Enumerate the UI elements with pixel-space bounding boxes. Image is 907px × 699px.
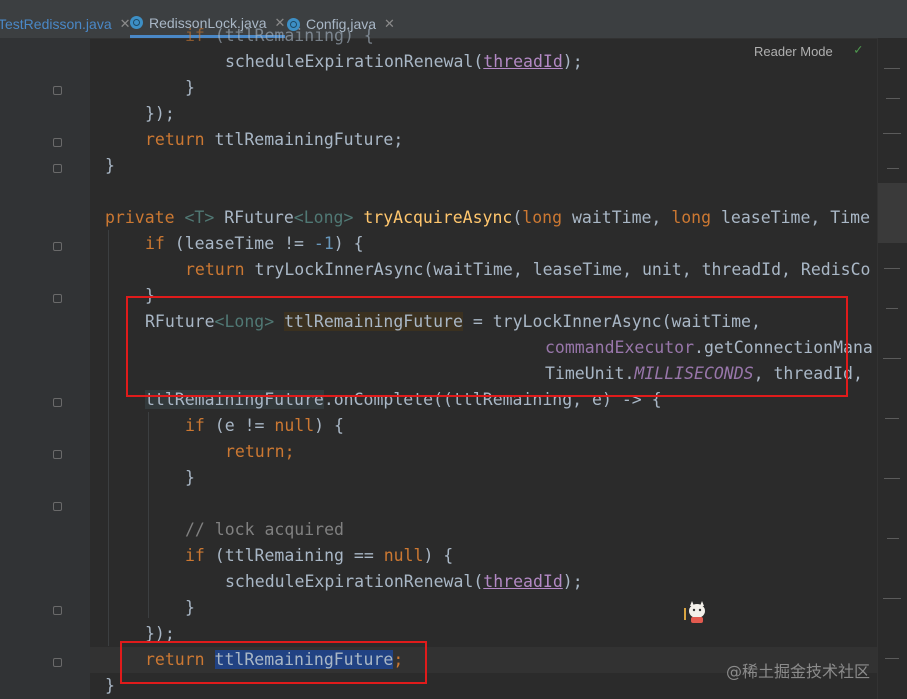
code-line[interactable]: } [105,153,115,179]
reader-mode-button[interactable]: Reader Mode [754,44,833,59]
code-token: waitTime, [562,208,672,227]
code-token: } [185,598,195,617]
tab-testredisson[interactable]: TestRedisson.java ✕ [0,10,131,38]
code-minimap[interactable] [877,38,907,699]
code-line[interactable]: } [105,673,115,699]
code-token: } [105,156,115,175]
code-line[interactable]: if (leaseTime != -1) { [145,231,364,257]
close-icon[interactable]: ✕ [120,16,131,32]
code-token: null [383,546,424,565]
code-line[interactable]: scheduleExpirationRenewal(threadId); [225,569,583,595]
code-line[interactable]: } [185,75,195,101]
annotation-box [120,641,427,684]
code-token: leaseTime, Time [711,208,871,227]
code-token: ); [562,52,583,71]
code-token: if [185,546,205,565]
fold-marker-icon[interactable] [53,658,62,667]
code-comment: // lock acquired [185,520,344,539]
code-token: threadId [483,52,563,71]
code-line[interactable]: return tryLockInnerAsync(waitTime, lease… [185,257,870,283]
java-class-icon [130,16,143,29]
fold-marker-icon[interactable] [53,450,62,459]
code-token: if [145,234,165,253]
code-line[interactable]: } [185,465,195,491]
code-token: return [145,130,205,149]
code-token: long [671,208,712,227]
code-token: tryLockInnerAsync(waitTime, leaseTime, u… [244,260,871,279]
fold-marker-icon[interactable] [53,138,62,147]
cat-sticker-icon [684,601,705,623]
watermark-text: @稀土掘金技术社区 [726,662,871,681]
code-line[interactable]: } [185,595,195,621]
code-token: <Long> [293,208,354,227]
code-token: <T> [184,208,215,227]
code-token: } [185,468,195,487]
code-token: ttlRemainingFuture; [204,130,404,149]
code-token: ) { [333,234,364,253]
code-line[interactable]: // lock acquired [185,517,344,543]
code-token: ); [562,572,583,591]
code-line[interactable]: return ttlRemainingFuture; [145,127,403,153]
code-token: }); [145,104,175,123]
code-token: ; [284,442,295,461]
code-token: (ttlRemaining == [204,546,384,565]
code-token: null [274,416,315,435]
indent-guide [148,412,149,618]
fold-marker-icon[interactable] [53,164,62,173]
annotation-box [126,296,848,397]
code-token: ) { [314,416,344,435]
code-token: if [185,416,205,435]
code-token: return [185,260,245,279]
code-line[interactable]: return; [225,439,295,465]
fold-marker-icon[interactable] [53,86,62,95]
code-token: RFuture [214,208,294,227]
code-token: ) { [423,546,454,565]
code-line[interactable]: }); [145,101,175,127]
code-line[interactable]: if (e != null) { [185,413,344,439]
tab-label: TestRedisson.java [0,16,112,32]
code-token: (e != [204,416,275,435]
indent-guide [108,230,109,646]
code-token: (leaseTime != [164,234,314,253]
check-icon: ✓ [854,42,863,58]
code-token: tryAcquireAsync [363,208,513,227]
code-token: scheduleExpirationRenewal( [225,52,484,71]
code-token: } [105,676,115,695]
code-token: long [522,208,563,227]
editor-gutter [0,38,90,699]
editor-tab-bar: TestRedisson.java ✕ RedissonLock.java ✕ … [0,0,907,39]
fold-marker-icon[interactable] [53,242,62,251]
minimap-viewport[interactable] [878,183,907,243]
fold-marker-icon[interactable] [53,294,62,303]
code-line[interactable]: private <T> RFuture<Long> tryAcquireAsyn… [105,205,870,231]
fold-marker-icon[interactable] [53,502,62,511]
fold-marker-icon[interactable] [53,398,62,407]
close-icon[interactable]: ✕ [384,16,395,32]
code-token: -1 [313,234,334,253]
code-token: ( [512,208,523,227]
code-line[interactable]: scheduleExpirationRenewal(threadId); [225,49,583,75]
fold-marker-icon[interactable] [53,606,62,615]
code-token: threadId [483,572,563,591]
code-token: scheduleExpirationRenewal( [225,572,484,591]
code-line[interactable]: if (ttlRemaining) { [185,23,374,49]
code-token: return [225,442,285,461]
code-token: } [185,78,195,97]
code-token: private [105,208,175,227]
code-line[interactable]: if (ttlRemaining == null) { [185,543,453,569]
